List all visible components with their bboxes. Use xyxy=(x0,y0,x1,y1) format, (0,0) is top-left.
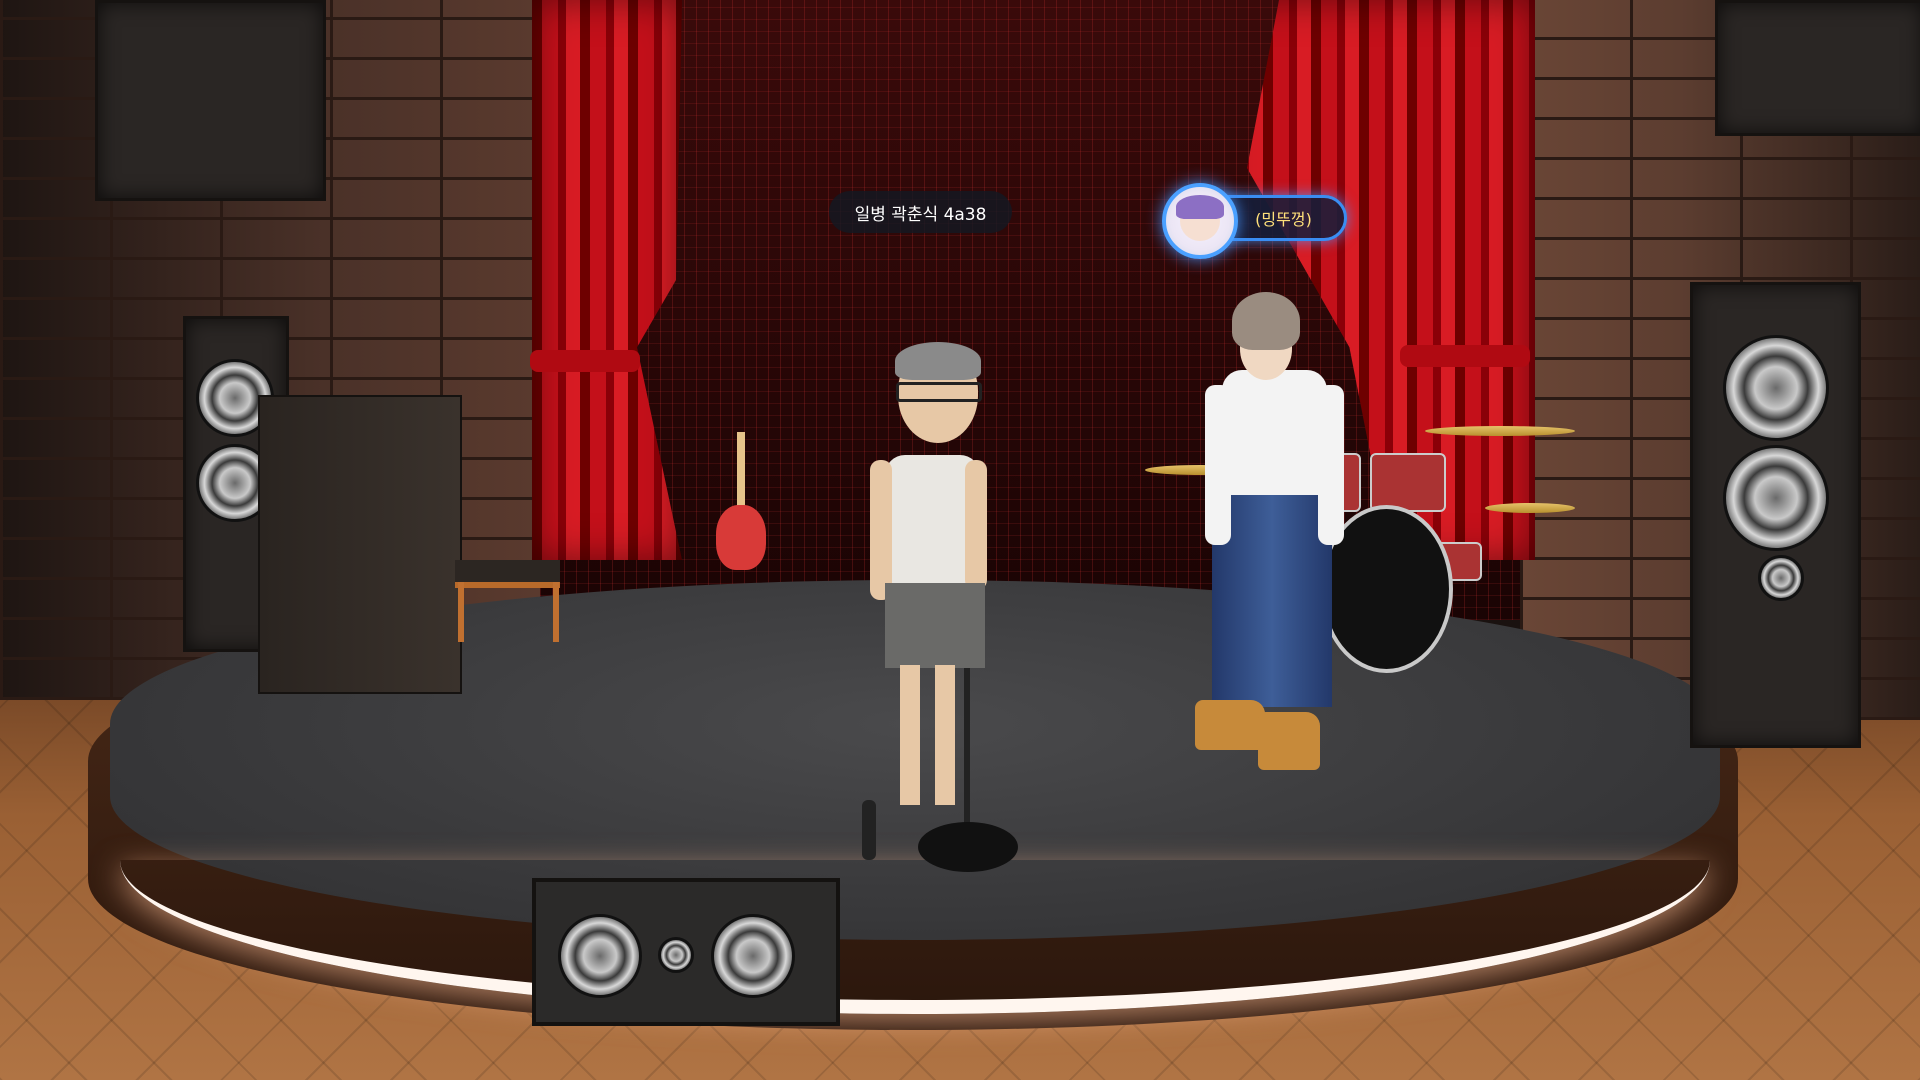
piano-bench xyxy=(455,560,560,588)
player2-name-badge[interactable]: (밍뚜껑) xyxy=(1162,183,1352,259)
hanging-speaker-right xyxy=(1715,0,1920,136)
hihat xyxy=(1485,503,1575,513)
player1-name-tag[interactable]: 일병 곽춘식 4a38 xyxy=(829,191,1012,233)
red-curtain-left xyxy=(532,0,682,560)
curtain-tie-left xyxy=(530,350,640,372)
electric-guitar[interactable] xyxy=(716,505,766,570)
hanging-speaker-left xyxy=(95,0,326,201)
player2-avatar[interactable] xyxy=(1195,288,1345,773)
cymbal-right xyxy=(1425,426,1575,436)
stage-monitor-speaker xyxy=(532,878,840,1026)
upright-piano xyxy=(258,395,462,694)
avatar-icon xyxy=(1162,183,1238,259)
mic-stand-base xyxy=(918,822,1018,872)
game-viewport[interactable]: 일병 곽춘식 4a38 (밍뚜껑) xyxy=(0,0,1920,1080)
guitar-neck xyxy=(737,432,745,512)
drum-tom-right xyxy=(1370,453,1446,512)
curtain-tie-right xyxy=(1400,345,1530,367)
player1-avatar[interactable] xyxy=(860,345,990,815)
floor-speaker-right xyxy=(1690,282,1861,748)
